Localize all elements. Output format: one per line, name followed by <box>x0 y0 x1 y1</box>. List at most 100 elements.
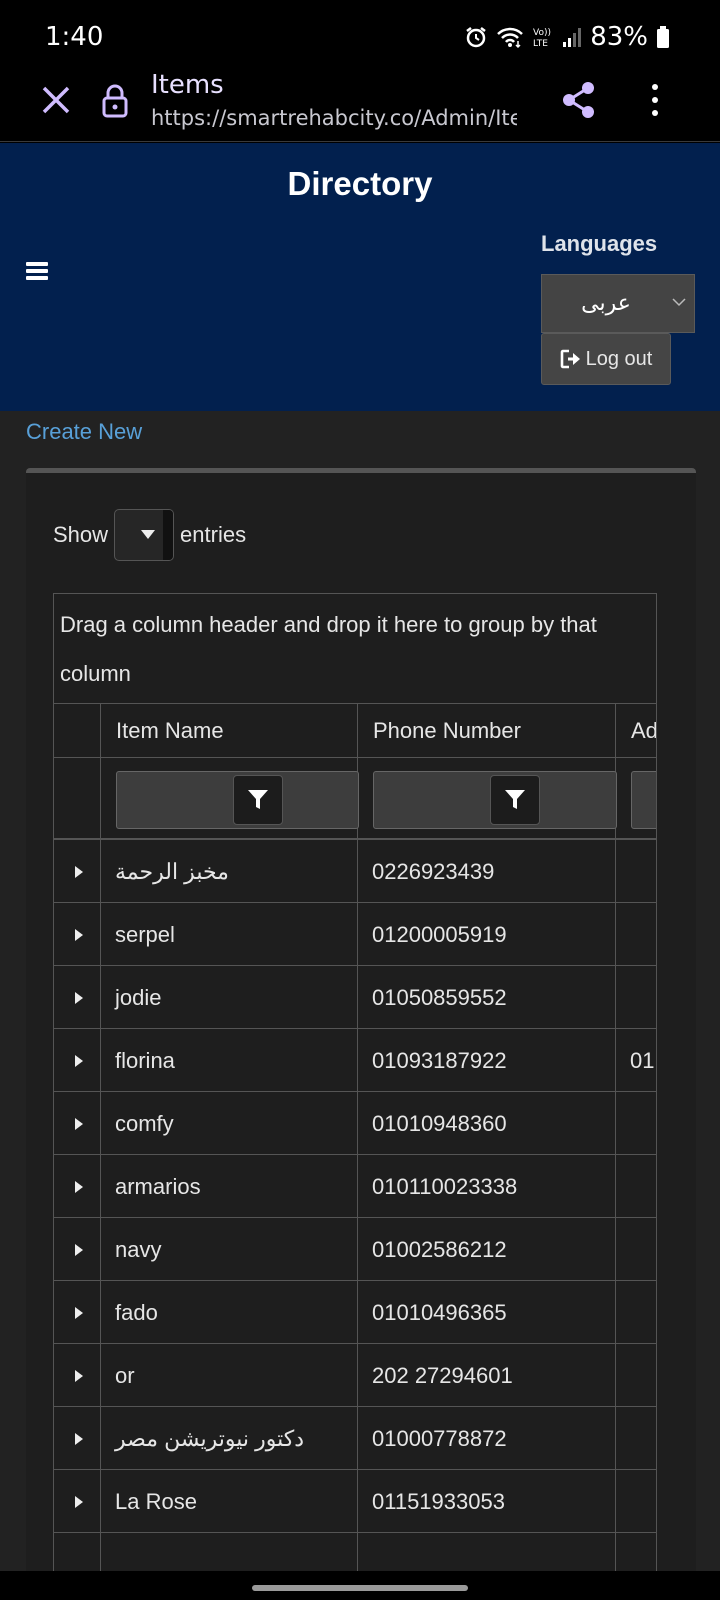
table-row[interactable]: serpel 01200005919 <box>54 903 656 966</box>
logout-button[interactable]: Log out <box>541 333 671 385</box>
share-button[interactable] <box>560 80 598 120</box>
table-row[interactable]: La Rose 01151933053 <box>54 1470 656 1533</box>
expand-row-icon[interactable] <box>75 1370 83 1382</box>
column-header-address[interactable]: Ad <box>616 704 656 757</box>
wifi-icon <box>497 27 524 49</box>
column-header-row: Item Name Phone Number Ad <box>54 704 656 758</box>
expand-row-icon[interactable] <box>75 1118 83 1130</box>
table-row[interactable]: or 202 27294601 <box>54 1344 656 1407</box>
brand-title[interactable]: Directory <box>0 165 720 203</box>
table-row[interactable]: دكتور نيوتريشن مصر 01000778872 <box>54 1407 656 1470</box>
item-name-cell: or <box>101 1344 358 1406</box>
table-row[interactable]: comfy 01010948360 <box>54 1092 656 1155</box>
system-nav-bar <box>0 1571 720 1600</box>
expand-row-icon[interactable] <box>75 1055 83 1067</box>
signal-icon <box>563 28 582 47</box>
more-options-button[interactable] <box>650 82 660 118</box>
filter-icon <box>248 790 268 809</box>
group-panel[interactable]: Drag a column header and drop it here to… <box>54 594 656 704</box>
volte-icon: Vo))LTE <box>533 28 551 49</box>
item-name-cell: comfy <box>101 1092 358 1154</box>
address-filter-input[interactable] <box>631 771 656 829</box>
sign-out-icon <box>560 349 580 369</box>
battery-percent: 83% <box>590 22 648 52</box>
phone-number-cell: 01002586212 <box>358 1218 616 1280</box>
languages-label: Languages <box>541 231 658 256</box>
close-tab-button[interactable] <box>38 82 74 118</box>
expand-row-icon[interactable] <box>75 929 83 941</box>
more-vert-icon <box>652 84 658 116</box>
lock-icon[interactable] <box>100 84 130 118</box>
expand-row-icon[interactable] <box>75 866 83 878</box>
address-cell <box>616 1407 656 1469</box>
site-header: Directory Languages عربى Log out <box>0 143 720 411</box>
alarm-icon <box>466 27 486 48</box>
table-row[interactable]: florina01093187922 01: <box>54 1029 656 1092</box>
phone-number-cell: 010110023338 <box>358 1155 616 1217</box>
table-row[interactable]: jodie 01050859552 <box>54 966 656 1029</box>
address-cell: 01: <box>630 1048 656 1073</box>
table-row[interactable]: مخبز الرحمة 0226923439 <box>54 840 656 903</box>
item-name-cell: florina <box>101 1029 358 1091</box>
expand-row-icon[interactable] <box>75 1244 83 1256</box>
item-name-cell: مخبز الرحمة <box>101 840 358 902</box>
item-name-filter-input[interactable] <box>116 771 359 829</box>
battery-icon <box>657 26 669 48</box>
expand-row-icon[interactable] <box>75 1181 83 1193</box>
grid-body: مخبز الرحمة 0226923439 serpel 01200005919 … <box>54 840 656 1583</box>
item-name-cell: jodie <box>101 966 358 1028</box>
phone-number-cell: 0226923439 <box>358 840 616 902</box>
close-icon <box>42 86 70 114</box>
entries-select[interactable] <box>114 509 175 561</box>
item-name-cell: fado <box>101 1281 358 1343</box>
phone-number-filter-button[interactable] <box>490 775 540 825</box>
filter-icon <box>505 790 525 809</box>
custom-tab-toolbar: Items https://smartrehabcity.co/Admin/It… <box>0 70 720 142</box>
phone-number-cell: 01093187922 <box>358 1029 616 1091</box>
items-card: Show entries Drag a column header and dr… <box>26 468 696 1583</box>
logout-label: Log out <box>585 347 653 370</box>
table-row[interactable]: armarios 010110023338 <box>54 1155 656 1218</box>
phone-number-cell: 01000778872 <box>358 1407 616 1469</box>
column-header-phone-number[interactable]: Phone Number <box>358 704 616 757</box>
create-new-link[interactable]: Create New <box>26 419 142 445</box>
gesture-handle[interactable] <box>252 1585 468 1591</box>
chevron-down-icon <box>672 298 686 307</box>
address-cell <box>616 966 656 1028</box>
expand-row-icon[interactable] <box>75 1307 83 1319</box>
phone-number-filter-input[interactable] <box>373 771 617 829</box>
address-cell <box>616 1281 656 1343</box>
item-name-cell: دكتور نيوتريشن مصر <box>101 1407 358 1469</box>
expand-row-icon[interactable] <box>75 1496 83 1508</box>
filter-row <box>54 758 656 840</box>
status-time: 1:40 <box>45 22 104 52</box>
phone-number-cell: 01151933053 <box>358 1470 616 1532</box>
address-cell <box>616 840 656 902</box>
page-url[interactable]: https://smartrehabcity.co/Admin/Items <box>151 106 517 130</box>
phone-number-cell: 01010948360 <box>358 1092 616 1154</box>
address-cell <box>616 1344 656 1406</box>
address-cell <box>616 903 656 965</box>
status-bar: 1:40 Vo)) LTE 83% <box>0 0 720 70</box>
address-cell <box>616 1470 656 1532</box>
table-row[interactable]: fado 01010496365 <box>54 1281 656 1344</box>
hamburger-icon[interactable] <box>26 262 48 280</box>
expand-row-icon[interactable] <box>75 992 83 1004</box>
table-row[interactable]: navy 01002586212 <box>54 1218 656 1281</box>
main-content: Create New Show entries Drag a column he… <box>0 411 720 1583</box>
column-header-item-name[interactable]: Item Name <box>101 704 358 757</box>
phone-number-cell: 202 27294601 <box>358 1344 616 1406</box>
item-name-cell: La Rose <box>101 1470 358 1532</box>
svg-text:LTE: LTE <box>533 39 548 49</box>
address-cell <box>616 1218 656 1280</box>
caret-down-icon <box>141 530 156 539</box>
page-length-control: Show entries <box>53 509 246 561</box>
expand-row-icon[interactable] <box>75 1433 83 1445</box>
status-icons: Vo)) LTE 83% <box>464 22 670 52</box>
language-select[interactable]: عربى <box>541 274 695 333</box>
address-cell <box>616 1155 656 1217</box>
share-icon <box>563 82 594 118</box>
item-name-filter-button[interactable] <box>233 775 283 825</box>
column-header-expand <box>54 704 101 757</box>
show-label: Show <box>53 522 109 547</box>
